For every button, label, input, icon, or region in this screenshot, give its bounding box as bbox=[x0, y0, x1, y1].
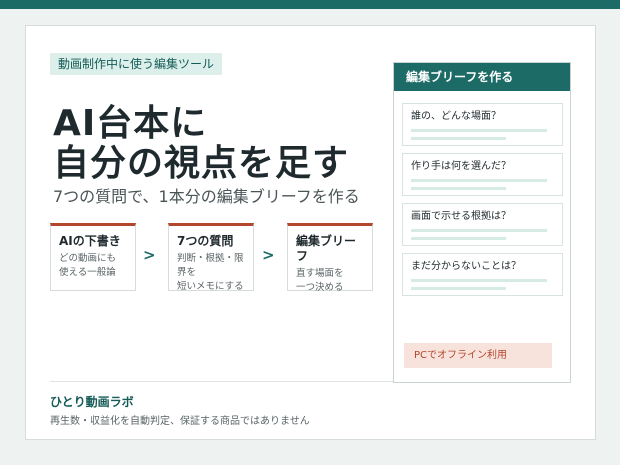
brand-name: ひとり動画ラボ bbox=[50, 395, 134, 409]
question-text: 作り手は何を選んだ？ bbox=[411, 161, 511, 172]
category-tag: 動画制作中に使う編集ツール bbox=[50, 53, 223, 75]
answer-placeholder-line bbox=[411, 129, 547, 132]
step-card-questions: 7つの質問 判断・根拠・限界を 短いメモにする bbox=[168, 223, 254, 292]
panel-title: 編集ブリーフを作る bbox=[394, 63, 570, 91]
step-description: 判断・根拠・限界を 短いメモにする bbox=[177, 253, 244, 292]
step-title: 7つの質問 bbox=[177, 234, 234, 248]
question-text: 誰の、どんな場面？ bbox=[411, 111, 501, 122]
subheadline: 7つの質問で、1本分の編集ブリーフを作る bbox=[53, 187, 360, 206]
step-title: AIの下書き bbox=[59, 234, 121, 248]
offline-badge: PCでオフライン利用 bbox=[404, 343, 552, 368]
question-text: 画面で示せる根拠は？ bbox=[411, 211, 511, 222]
step-card-draft: AIの下書き どの動画にも 使える一般論 bbox=[50, 223, 136, 291]
question-card[interactable]: 画面で示せる根拠は？ bbox=[402, 203, 563, 246]
answer-placeholder-line bbox=[411, 237, 506, 240]
question-text: まだ分からないことは？ bbox=[411, 261, 521, 272]
answer-placeholder-line bbox=[411, 137, 506, 140]
answer-placeholder-line bbox=[411, 279, 547, 282]
step-description: どの動画にも 使える一般論 bbox=[59, 253, 117, 278]
step-card-brief: 編集ブリーフ 直す場面を 一つ決める bbox=[287, 223, 373, 293]
question-card[interactable]: 作り手は何を選んだ？ bbox=[402, 153, 563, 196]
arrow-right-icon: > bbox=[262, 246, 275, 264]
question-card[interactable]: 誰の、どんな場面？ bbox=[402, 103, 563, 146]
top-accent-bar bbox=[0, 0, 620, 9]
headline-line-2: 自分の視点を足す bbox=[53, 143, 350, 184]
main-card: 動画制作中に使う編集ツール AI台本に 自分の視点を足す 7つの質問で、1本分の… bbox=[25, 25, 596, 440]
headline-line-1: AI台本に bbox=[53, 103, 208, 144]
answer-placeholder-line bbox=[411, 287, 506, 290]
arrow-right-icon: > bbox=[143, 246, 156, 264]
step-title: 編集ブリーフ bbox=[296, 234, 357, 263]
disclaimer-note: 再生数・収益化を自動判定、保証する商品ではありません bbox=[50, 416, 310, 427]
step-description: 直す場面を 一つ決める bbox=[296, 268, 344, 293]
answer-placeholder-line bbox=[411, 229, 547, 232]
headline: AI台本に 自分の視点を足す bbox=[53, 104, 349, 184]
brief-panel: 編集ブリーフを作る 誰の、どんな場面？ 作り手は何を選んだ？ 画面で示せる根拠は… bbox=[393, 62, 571, 383]
answer-placeholder-line bbox=[411, 187, 506, 190]
answer-placeholder-line bbox=[411, 179, 547, 182]
question-card[interactable]: まだ分からないことは？ bbox=[402, 253, 563, 296]
